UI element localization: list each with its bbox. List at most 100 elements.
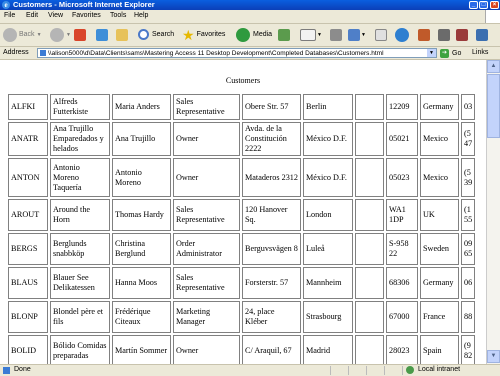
table-cell: (5 39	[461, 158, 476, 197]
table-cell: Berguvsvägen 8	[242, 233, 301, 265]
table-cell: UK	[420, 199, 459, 231]
table-cell	[355, 335, 384, 364]
back-button[interactable]: Back ▼	[3, 26, 42, 43]
table-cell: Maria Anders	[112, 94, 171, 120]
table-row: BLAUS Blauer See Delikatessen Hanna Moos Sa…	[8, 267, 476, 299]
table-cell: Order Administrator	[173, 233, 240, 265]
status-divider	[348, 366, 349, 375]
table-row: ALFKI Alfreds Futterkiste Maria Anders Sale…	[8, 94, 476, 120]
menu-help[interactable]: Help	[134, 12, 148, 19]
print-button[interactable]	[330, 26, 342, 43]
menu-tools[interactable]: Tools	[110, 12, 126, 19]
documents-icon	[476, 28, 488, 41]
scroll-down-icon[interactable]: ▼	[487, 350, 500, 363]
history-button[interactable]	[278, 26, 290, 43]
chevron-down-icon[interactable]: ▼	[427, 49, 436, 57]
search-icon	[138, 29, 149, 40]
favorites-button[interactable]: ★ Favorites	[182, 26, 225, 43]
table-cell: BOLID	[8, 335, 48, 364]
messenger-button[interactable]	[395, 26, 409, 43]
chevron-down-icon[interactable]: ▼	[37, 32, 42, 38]
table-cell: Antonio Moreno Taquería	[50, 158, 110, 197]
status-text: Done	[14, 366, 31, 373]
favorites-label: Favorites	[196, 31, 226, 38]
table-cell: ALFKI	[8, 94, 48, 120]
research-icon	[418, 28, 430, 41]
notebook-button[interactable]	[438, 26, 450, 43]
table-cell: Hanna Moos	[112, 267, 171, 299]
maximize-button[interactable]: □	[479, 1, 488, 9]
close-button[interactable]: ×	[490, 1, 499, 9]
security-zone: Local intranet	[418, 366, 461, 373]
table-cell	[355, 301, 384, 333]
tools-button[interactable]	[456, 26, 468, 43]
table-cell: Antonio Moreno	[112, 158, 171, 197]
windows-logo-icon	[485, 10, 500, 23]
table-cell	[355, 94, 384, 120]
mail-icon	[300, 28, 316, 41]
table-row: BLONP Blondel père et fils Frédérique Cite…	[8, 301, 476, 333]
table-cell: (1 55	[461, 199, 476, 231]
status-bar: Done Local intranet	[0, 364, 500, 376]
search-button[interactable]: Search	[138, 26, 174, 43]
table-cell: Blondel père et fils	[50, 301, 110, 333]
media-button[interactable]: Media	[236, 26, 272, 43]
scroll-up-icon[interactable]: ▲	[487, 60, 500, 73]
chevron-down-icon[interactable]: ▼	[317, 32, 322, 38]
minimize-button[interactable]: _	[469, 1, 478, 9]
research-button[interactable]	[418, 26, 430, 43]
discuss-icon	[375, 28, 387, 41]
ie-logo-icon: e	[2, 1, 10, 9]
star-icon: ★	[182, 26, 195, 43]
menu-edit[interactable]: Edit	[26, 12, 38, 19]
table-cell: Around the Horn	[50, 199, 110, 231]
chevron-down-icon[interactable]: ▼	[66, 32, 71, 38]
table-cell: AROUT	[8, 199, 48, 231]
intranet-icon	[406, 366, 414, 374]
table-cell: Frédérique Citeaux	[112, 301, 171, 333]
menu-file[interactable]: File	[4, 12, 15, 19]
menu-view[interactable]: View	[48, 12, 63, 19]
status-divider	[402, 366, 403, 375]
chevron-down-icon[interactable]: ▼	[361, 32, 366, 38]
table-cell	[355, 233, 384, 265]
tools-icon	[456, 28, 468, 41]
scroll-thumb[interactable]	[487, 74, 500, 138]
address-label: Address	[3, 49, 29, 56]
search-label: Search	[152, 31, 175, 38]
edit-button[interactable]: ▼	[348, 26, 366, 43]
table-cell: Mexico	[420, 122, 459, 156]
back-arrow-icon	[3, 27, 17, 42]
table-cell: BERGS	[8, 233, 48, 265]
mail-button[interactable]: ▼	[300, 26, 322, 43]
documents-button[interactable]	[476, 26, 488, 43]
address-bar: Address \\alison5000\d\Data\Clients\sams…	[0, 47, 500, 60]
table-cell: Blauer See Delikatessen	[50, 267, 110, 299]
table-cell: 24, place Kléber	[242, 301, 301, 333]
table-cell: Spain	[420, 335, 459, 364]
page-content: Customers ALFKI Alfreds Futterkiste Maria …	[0, 60, 486, 364]
discuss-button[interactable]	[375, 26, 387, 43]
links-button[interactable]: Links	[472, 49, 488, 56]
table-cell: Germany	[420, 267, 459, 299]
table-cell: Berglunds snabbköp	[50, 233, 110, 265]
home-button[interactable]	[116, 26, 128, 43]
vertical-scrollbar[interactable]: ▲ ▼	[486, 60, 500, 364]
table-cell: BLAUS	[8, 267, 48, 299]
table-cell: Madrid	[303, 335, 353, 364]
table-cell: Sweden	[420, 233, 459, 265]
table-cell: Mannheim	[303, 267, 353, 299]
menu-favorites[interactable]: Favorites	[72, 12, 101, 19]
stop-button[interactable]	[74, 26, 86, 43]
history-icon	[278, 28, 290, 41]
refresh-icon	[96, 28, 108, 41]
table-cell: 03	[461, 94, 476, 120]
table-cell: (5 47	[461, 122, 476, 156]
forward-button[interactable]: ▼	[50, 26, 71, 43]
table-cell: London	[303, 199, 353, 231]
go-button[interactable]: ➔ Go	[440, 48, 461, 58]
table-row: AROUT Around the Horn Thomas Hardy Sales Re…	[8, 199, 476, 231]
window-title: Customers - Microsoft Internet Explorer	[13, 0, 155, 9]
refresh-button[interactable]	[96, 26, 108, 43]
address-input[interactable]: \\alison5000\d\Data\Clients\sams\Masteri…	[37, 48, 437, 58]
